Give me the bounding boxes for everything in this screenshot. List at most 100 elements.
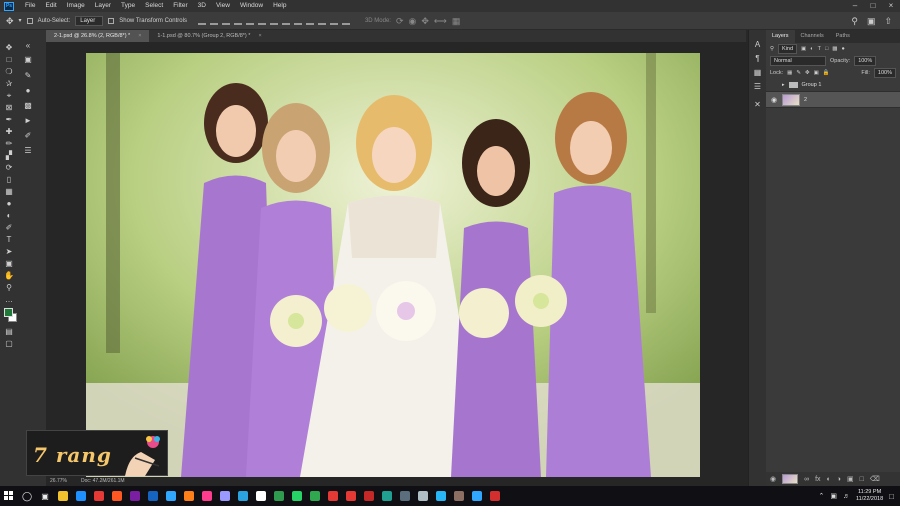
menu-help[interactable]: Help — [268, 0, 291, 12]
opacity-field[interactable]: 100% — [854, 56, 877, 66]
text-path-icon[interactable]: ☰ — [22, 145, 34, 156]
3d-slide-icon[interactable]: ⟷ — [434, 12, 447, 30]
notification-icon[interactable]: □ — [889, 492, 894, 501]
crop-tool-icon[interactable]: ⌖ — [3, 90, 15, 101]
tab-channels[interactable]: Channels — [795, 30, 830, 43]
move-tool-icon[interactable]: ✥ — [3, 42, 15, 53]
taskbar-app-icon[interactable] — [396, 486, 414, 506]
new-layer-icon[interactable]: □ — [860, 476, 864, 483]
taskbar-app-icon[interactable] — [270, 486, 288, 506]
quick-select-tool-icon[interactable]: ✰ — [3, 78, 15, 89]
paragraph-panel-icon[interactable]: ¶ — [749, 52, 766, 66]
clone-stamp-icon[interactable]: ▩ — [22, 100, 34, 111]
distribute-vcenter-icon[interactable] — [281, 17, 290, 25]
taskbar-app-icon[interactable] — [252, 486, 270, 506]
close-icon[interactable]: × — [882, 0, 900, 12]
layer-row-2[interactable]: ◉ 2 — [766, 92, 900, 108]
taskbar-app-icon[interactable] — [432, 486, 450, 506]
menu-view[interactable]: View — [211, 0, 235, 12]
brush-tool-icon[interactable]: ✏ — [3, 138, 15, 149]
tab-close-icon[interactable]: × — [138, 30, 141, 42]
minimize-icon[interactable]: – — [846, 0, 864, 12]
filter-adjust-icon[interactable]: ◐ — [810, 46, 813, 52]
fill-field[interactable]: 100% — [873, 68, 896, 78]
align-right-icon[interactable] — [257, 17, 266, 25]
taskbar-app-icon[interactable] — [378, 486, 396, 506]
taskbar-app-icon[interactable] — [90, 486, 108, 506]
menu-type[interactable]: Type — [116, 0, 140, 12]
taskbar-app-icon[interactable] — [414, 486, 432, 506]
taskbar-app-icon[interactable] — [54, 486, 72, 506]
taskbar-app-icon[interactable] — [108, 486, 126, 506]
clock[interactable]: 11:29 PM 11/22/2018 — [856, 489, 883, 503]
path-select-icon[interactable]: ► — [22, 115, 34, 126]
type-tool-icon[interactable]: T — [3, 234, 15, 245]
lasso-tool-icon[interactable]: ❍ — [3, 66, 15, 77]
lock-all-icon[interactable]: 🔒 — [823, 70, 830, 76]
screen-mode-icon[interactable]: ▢ — [3, 338, 15, 349]
3d-scale-icon[interactable]: ▦ — [452, 12, 461, 30]
kind-filter-dropdown[interactable]: Kind — [778, 44, 798, 54]
taskbar-app-icon[interactable] — [126, 486, 144, 506]
taskbar-app-icon[interactable] — [450, 486, 468, 506]
foreground-color-swatch[interactable] — [4, 308, 13, 317]
align-hcenter-icon[interactable] — [245, 17, 254, 25]
tab-layers[interactable]: Layers — [766, 30, 795, 43]
maximize-icon[interactable]: □ — [864, 0, 882, 12]
marquee-tool-icon[interactable]: □ — [3, 54, 15, 65]
taskbar-app-icon[interactable] — [342, 486, 360, 506]
artboard-tool-icon[interactable]: ▣ — [22, 54, 34, 65]
blur-tool-icon[interactable]: ● — [22, 85, 34, 96]
frame-tool-icon[interactable]: ⊠ — [3, 102, 15, 113]
glyphs-panel-icon[interactable]: ▦ — [749, 66, 766, 80]
chevron-right-icon[interactable]: ▸ — [782, 82, 785, 88]
menu-layer[interactable]: Layer — [90, 0, 116, 12]
taskbar-app-icon[interactable] — [198, 486, 216, 506]
canvas-area[interactable] — [46, 42, 748, 486]
share-icon[interactable]: ⇧ — [884, 12, 892, 30]
history-tool-icon[interactable]: ⟳ — [3, 162, 15, 173]
align-top-icon[interactable] — [197, 17, 206, 25]
stamp-tool-icon[interactable]: ▞ — [3, 150, 15, 161]
distribute-hcenter-icon[interactable] — [317, 17, 326, 25]
auto-align-icon[interactable] — [341, 17, 350, 25]
zoom-tool-icon[interactable]: ⚲ — [3, 282, 15, 293]
taskbar-app-icon[interactable] — [144, 486, 162, 506]
task-view-icon[interactable]: ▣ — [36, 486, 54, 506]
link-layers-icon[interactable]: ∞ — [804, 476, 809, 483]
filter-pixel-icon[interactable]: ▣ — [801, 46, 806, 52]
volume-icon[interactable]: ♬ — [843, 493, 850, 500]
eye-icon[interactable]: ◉ — [770, 96, 778, 104]
menu-filter[interactable]: Filter — [168, 0, 192, 12]
taskbar-app-icon[interactable] — [180, 486, 198, 506]
taskbar-app-icon[interactable] — [162, 486, 180, 506]
network-icon[interactable]: ▣ — [830, 492, 837, 500]
menu-3d[interactable]: 3D — [193, 0, 211, 12]
chevron-up-icon[interactable]: ⌃ — [819, 492, 825, 500]
properties-panel-icon[interactable]: ☰ — [749, 80, 766, 94]
distribute-left-icon[interactable] — [305, 17, 314, 25]
3d-pan-icon[interactable]: ✥ — [421, 12, 429, 30]
hand-tool-icon[interactable]: ✋ — [3, 270, 15, 281]
filter-toggle-icon[interactable]: ● — [841, 46, 844, 52]
tab-document-1-1[interactable]: 1-1.psd @ 80.7% (Group 2, RGB/8*) * × — [149, 30, 269, 42]
tab-close-icon[interactable]: × — [258, 30, 261, 42]
menu-window[interactable]: Window — [235, 0, 268, 12]
eraser-tool-icon[interactable]: ▯ — [3, 174, 15, 185]
pen-path-icon[interactable]: ✐ — [22, 130, 34, 141]
menu-edit[interactable]: Edit — [40, 0, 61, 12]
new-group-icon[interactable]: ▣ — [847, 475, 854, 483]
history-brush-icon[interactable]: ✎ — [22, 70, 34, 81]
path-selection-icon[interactable]: ➤ — [3, 246, 15, 257]
shape-tool-icon[interactable]: ▣ — [3, 258, 15, 269]
mask-icon[interactable]: ◐ — [827, 476, 831, 483]
quick-mask-icon[interactable]: ▤ — [3, 326, 15, 337]
taskbar-app-icon[interactable] — [234, 486, 252, 506]
menu-image[interactable]: Image — [62, 0, 90, 12]
layer-row-group-1[interactable]: ▸ Group 1 — [766, 79, 900, 92]
character-panel-icon[interactable]: A — [749, 38, 766, 52]
distribute-top-icon[interactable] — [269, 17, 278, 25]
eye-icon[interactable]: ◉ — [770, 475, 776, 483]
align-vcenter-icon[interactable] — [209, 17, 218, 25]
search-icon[interactable]: ◯ — [18, 486, 36, 506]
